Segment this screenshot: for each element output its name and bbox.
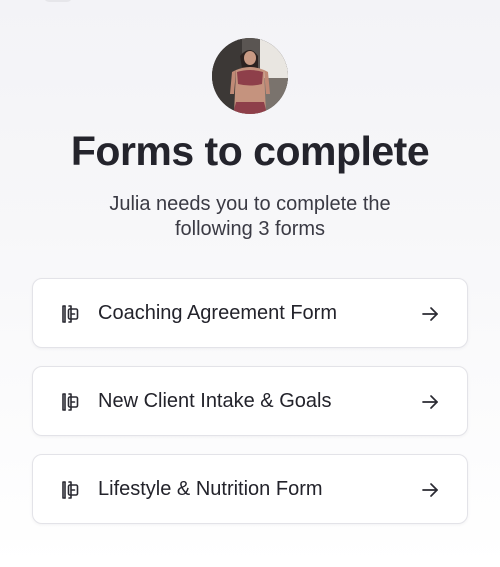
form-item-label: New Client Intake & Goals — [98, 390, 332, 412]
form-icon — [59, 303, 81, 325]
page-title: Forms to complete — [70, 128, 430, 174]
arrow-right-icon — [421, 393, 439, 411]
avatar — [212, 38, 288, 114]
form-item-client-intake[interactable]: New Client Intake & Goals — [32, 366, 468, 436]
form-item-label: Lifestyle & Nutrition Form — [98, 478, 323, 500]
form-icon — [59, 391, 81, 413]
arrow-right-icon — [421, 481, 439, 499]
arrow-right-icon — [421, 305, 439, 323]
top-edge-element — [44, 0, 72, 2]
form-icon — [59, 479, 81, 501]
form-item-label: Coaching Agreement Form — [98, 302, 338, 324]
form-item-lifestyle-nutrition[interactable]: Lifestyle & Nutrition Form — [32, 454, 468, 524]
page-subtitle: Julia needs you to complete the followin… — [109, 193, 391, 240]
form-item-coaching-agreement[interactable]: Coaching Agreement Form — [32, 278, 468, 348]
